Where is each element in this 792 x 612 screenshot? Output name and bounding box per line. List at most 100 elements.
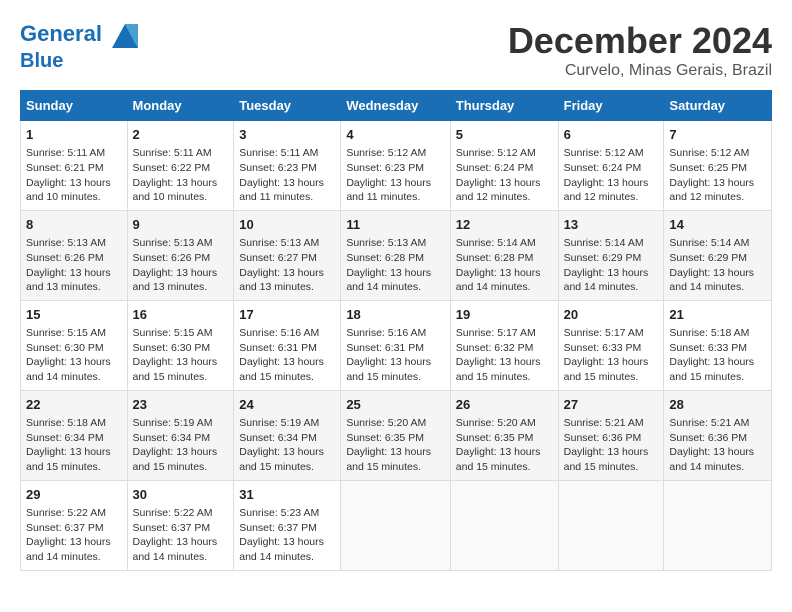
calendar-cell: 26 Sunrise: 5:20 AMSunset: 6:35 PMDayligh… [450,390,558,480]
calendar-cell: 27 Sunrise: 5:21 AMSunset: 6:36 PMDayligh… [558,390,664,480]
day-info: Sunrise: 5:19 AMSunset: 6:34 PMDaylight:… [239,416,335,475]
day-number: 25 [346,396,444,414]
day-of-week-tuesday: Tuesday [234,91,341,121]
calendar-cell: 23 Sunrise: 5:19 AMSunset: 6:34 PMDayligh… [127,390,234,480]
calendar-cell: 12Sunrise: 5:14 AMSunset: 6:28 PMDayligh… [450,210,558,300]
day-number: 29 [26,486,122,504]
calendar-cell: 19 Sunrise: 5:17 AMSunset: 6:32 PMDayligh… [450,300,558,390]
calendar-cell: 21 Sunrise: 5:18 AMSunset: 6:33 PMDayligh… [664,300,772,390]
calendar-cell: 11 Sunrise: 5:13 AMSunset: 6:28 PMDayligh… [341,210,450,300]
day-number: 20 [564,306,659,324]
day-info: Sunrise: 5:15 AMSunset: 6:30 PMDaylight:… [26,326,122,385]
calendar-cell: 14 Sunrise: 5:14 AMSunset: 6:29 PMDayligh… [664,210,772,300]
day-info: Sunrise: 5:16 AMSunset: 6:31 PMDaylight:… [346,326,444,385]
day-info: Sunrise: 5:13 AMSunset: 6:26 PMDaylight:… [26,236,122,295]
day-info: Sunrise: 5:11 AMSunset: 6:23 PMDaylight:… [239,146,335,205]
logo: General Blue [20,20,140,72]
day-number: 6 [564,126,659,144]
day-info: Sunrise: 5:11 AMSunset: 6:22 PMDaylight:… [133,146,229,205]
logo-blue: Blue [20,50,140,72]
day-info: Sunrise: 5:14 AMSunset: 6:29 PMDaylight:… [564,236,659,295]
day-info: Sunrise: 5:20 AMSunset: 6:35 PMDaylight:… [456,416,553,475]
calendar-header-row: SundayMondayTuesdayWednesdayThursdayFrid… [21,91,772,121]
day-number: 3 [239,126,335,144]
calendar-cell: 17 Sunrise: 5:16 AMSunset: 6:31 PMDayligh… [234,300,341,390]
calendar-cell [664,480,772,570]
calendar-week-4: 22 Sunrise: 5:18 AMSunset: 6:34 PMDayligh… [21,390,772,480]
title-area: December 2024 Curvelo, Minas Gerais, Bra… [508,20,772,80]
day-number: 13 [564,216,659,234]
calendar-cell: 31 Sunrise: 5:23 AMSunset: 6:37 PMDayligh… [234,480,341,570]
calendar-cell: 13 Sunrise: 5:14 AMSunset: 6:29 PMDayligh… [558,210,664,300]
day-info: Sunrise: 5:12 AMSunset: 6:24 PMDaylight:… [564,146,659,205]
day-number: 9 [133,216,229,234]
day-number: 7 [669,126,766,144]
day-info: Sunrise: 5:13 AMSunset: 6:28 PMDaylight:… [346,236,444,295]
day-number: 15 [26,306,122,324]
day-info: Sunrise: 5:19 AMSunset: 6:34 PMDaylight:… [133,416,229,475]
calendar-cell: 28Sunrise: 5:21 AMSunset: 6:36 PMDayligh… [664,390,772,480]
day-info: Sunrise: 5:12 AMSunset: 6:23 PMDaylight:… [346,146,444,205]
day-number: 14 [669,216,766,234]
calendar-week-1: 1Sunrise: 5:11 AMSunset: 6:21 PMDaylight… [21,121,772,211]
day-number: 24 [239,396,335,414]
day-info: Sunrise: 5:13 AMSunset: 6:26 PMDaylight:… [133,236,229,295]
calendar-cell: 9 Sunrise: 5:13 AMSunset: 6:26 PMDaylight… [127,210,234,300]
calendar-week-3: 15 Sunrise: 5:15 AMSunset: 6:30 PMDayligh… [21,300,772,390]
day-number: 28 [669,396,766,414]
calendar-cell: 2 Sunrise: 5:11 AMSunset: 6:22 PMDaylight… [127,121,234,211]
day-info: Sunrise: 5:18 AMSunset: 6:33 PMDaylight:… [669,326,766,385]
day-number: 17 [239,306,335,324]
calendar-cell: 7 Sunrise: 5:12 AMSunset: 6:25 PMDaylight… [664,121,772,211]
day-info: Sunrise: 5:17 AMSunset: 6:32 PMDaylight:… [456,326,553,385]
calendar-cell: 8 Sunrise: 5:13 AMSunset: 6:26 PMDaylight… [21,210,128,300]
calendar-cell: 16Sunrise: 5:15 AMSunset: 6:30 PMDayligh… [127,300,234,390]
day-number: 2 [133,126,229,144]
month-title: December 2024 [508,20,772,62]
day-of-week-friday: Friday [558,91,664,121]
day-info: Sunrise: 5:11 AMSunset: 6:21 PMDaylight:… [26,146,122,205]
day-of-week-monday: Monday [127,91,234,121]
day-number: 21 [669,306,766,324]
day-info: Sunrise: 5:14 AMSunset: 6:29 PMDaylight:… [669,236,766,295]
calendar-cell: 3 Sunrise: 5:11 AMSunset: 6:23 PMDaylight… [234,121,341,211]
day-number: 27 [564,396,659,414]
day-of-week-thursday: Thursday [450,91,558,121]
calendar-cell: 29 Sunrise: 5:22 AMSunset: 6:37 PMDayligh… [21,480,128,570]
calendar-cell [558,480,664,570]
calendar-cell: 30Sunrise: 5:22 AMSunset: 6:37 PMDayligh… [127,480,234,570]
day-of-week-wednesday: Wednesday [341,91,450,121]
day-info: Sunrise: 5:18 AMSunset: 6:34 PMDaylight:… [26,416,122,475]
day-info: Sunrise: 5:12 AMSunset: 6:24 PMDaylight:… [456,146,553,205]
calendar-cell: 20Sunrise: 5:17 AMSunset: 6:33 PMDayligh… [558,300,664,390]
day-info: Sunrise: 5:13 AMSunset: 6:27 PMDaylight:… [239,236,335,295]
day-number: 11 [346,216,444,234]
day-number: 5 [456,126,553,144]
day-number: 30 [133,486,229,504]
day-info: Sunrise: 5:20 AMSunset: 6:35 PMDaylight:… [346,416,444,475]
calendar-cell: 5 Sunrise: 5:12 AMSunset: 6:24 PMDaylight… [450,121,558,211]
calendar-cell: 10Sunrise: 5:13 AMSunset: 6:27 PMDayligh… [234,210,341,300]
calendar-cell: 25 Sunrise: 5:20 AMSunset: 6:35 PMDayligh… [341,390,450,480]
calendar-cell: 1Sunrise: 5:11 AMSunset: 6:21 PMDaylight… [21,121,128,211]
calendar-cell: 22 Sunrise: 5:18 AMSunset: 6:34 PMDayligh… [21,390,128,480]
day-number: 22 [26,396,122,414]
logo-text: General [20,20,140,50]
calendar-cell: 15 Sunrise: 5:15 AMSunset: 6:30 PMDayligh… [21,300,128,390]
day-number: 31 [239,486,335,504]
day-number: 18 [346,306,444,324]
day-number: 23 [133,396,229,414]
day-number: 4 [346,126,444,144]
day-info: Sunrise: 5:21 AMSunset: 6:36 PMDaylight:… [564,416,659,475]
calendar-cell: 24 Sunrise: 5:19 AMSunset: 6:34 PMDayligh… [234,390,341,480]
day-of-week-sunday: Sunday [21,91,128,121]
calendar-week-5: 29 Sunrise: 5:22 AMSunset: 6:37 PMDayligh… [21,480,772,570]
day-info: Sunrise: 5:16 AMSunset: 6:31 PMDaylight:… [239,326,335,385]
day-number: 8 [26,216,122,234]
day-number: 26 [456,396,553,414]
calendar-cell: 4 Sunrise: 5:12 AMSunset: 6:23 PMDaylight… [341,121,450,211]
day-info: Sunrise: 5:12 AMSunset: 6:25 PMDaylight:… [669,146,766,205]
day-number: 19 [456,306,553,324]
day-info: Sunrise: 5:23 AMSunset: 6:37 PMDaylight:… [239,506,335,565]
day-info: Sunrise: 5:22 AMSunset: 6:37 PMDaylight:… [26,506,122,565]
